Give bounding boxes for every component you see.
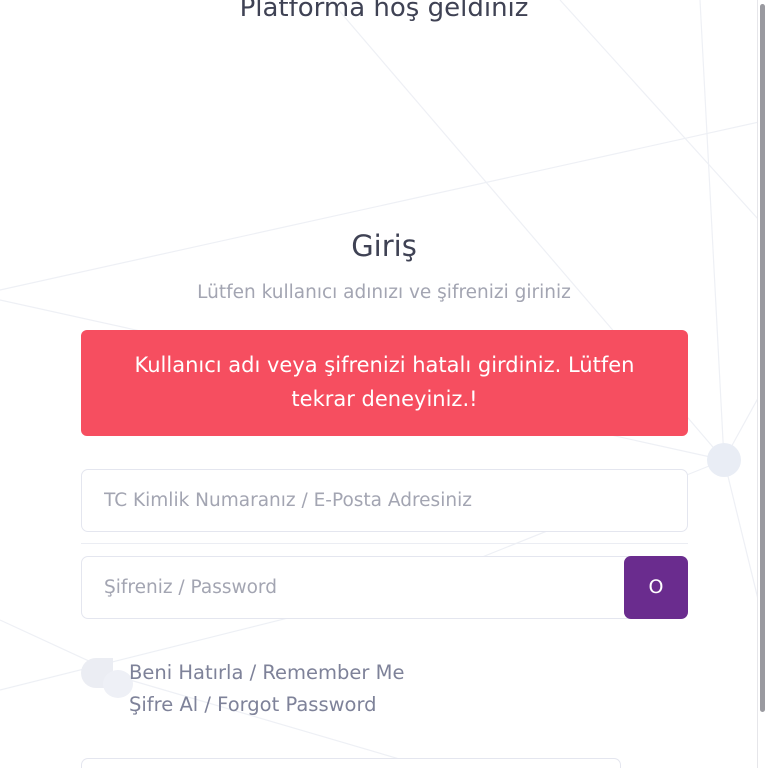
show-password-label: O (648, 576, 664, 598)
username-input[interactable] (81, 469, 688, 532)
login-subtitle: Lütfen kullanıcı adınızı ve şifrenizi gi… (197, 282, 571, 303)
scrollbar[interactable] (757, 0, 768, 768)
login-title: Giriş (351, 229, 417, 263)
show-password-button[interactable]: O (624, 556, 688, 619)
forgot-password-link[interactable]: Şifre Al / Forgot Password (129, 690, 377, 720)
scrollbar-thumb[interactable] (760, 4, 765, 712)
field-divider (81, 543, 688, 544)
remember-me-label[interactable]: Beni Hatırla / Remember Me (129, 658, 404, 688)
login-page: Platforma hoş geldiniz Giriş Lütfen kull… (0, 0, 768, 768)
remember-me-toggle[interactable] (81, 658, 135, 698)
error-alert: Kullanıcı adı veya şifrenizi hatalı gird… (81, 330, 688, 436)
password-input[interactable] (81, 556, 633, 619)
submit-button[interactable] (81, 758, 621, 768)
welcome-heading: Platforma hoş geldiniz (239, 0, 529, 23)
